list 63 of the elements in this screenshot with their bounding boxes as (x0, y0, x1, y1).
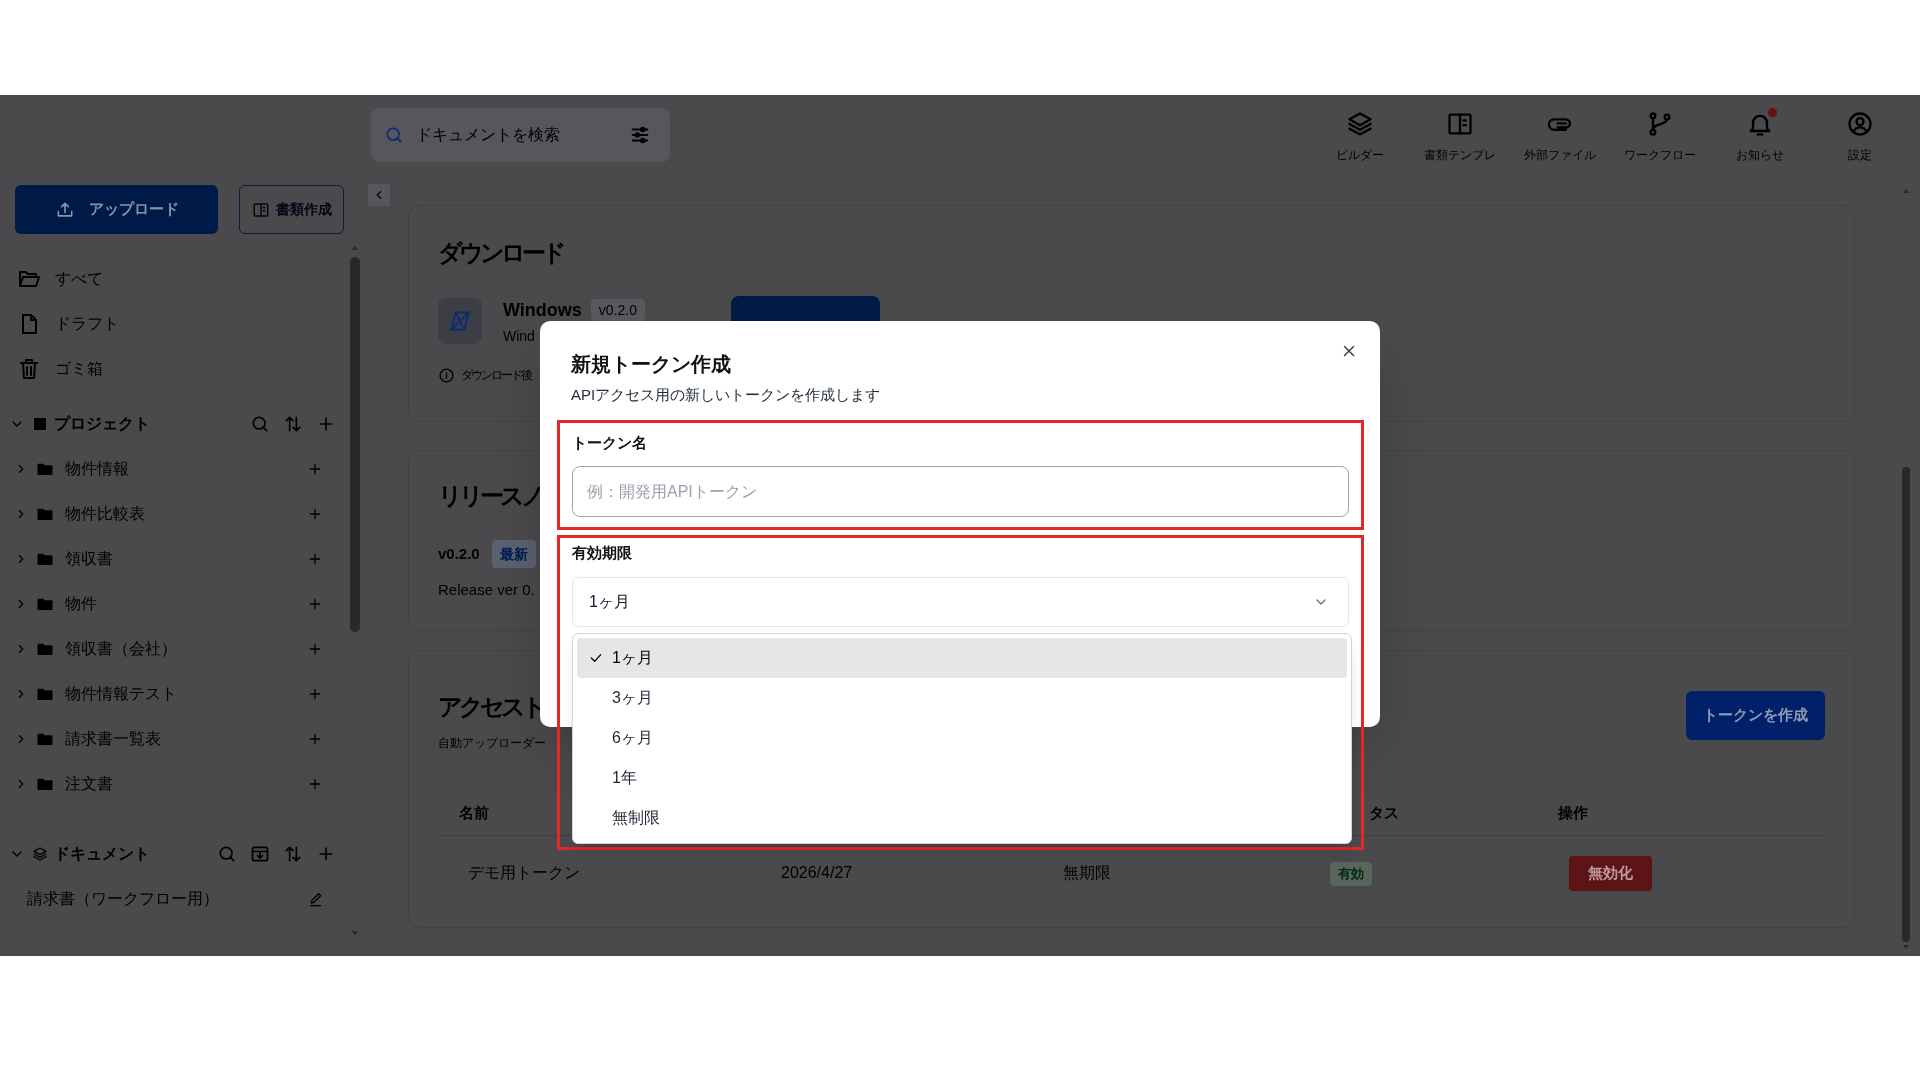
search-icon (384, 125, 404, 145)
trash-icon (17, 356, 41, 381)
scrollbar-thumb[interactable] (1902, 467, 1910, 942)
status-badge: 有効 (1330, 861, 1372, 886)
release-text: Release ver 0. (438, 580, 535, 600)
folder-item[interactable]: 領収書（会社） (65, 636, 177, 661)
folder-item[interactable]: 物件情報 (65, 456, 129, 481)
section-title[interactable]: ドキュメント (54, 841, 150, 866)
sidebar-link[interactable]: すべて (55, 266, 103, 291)
filter-icon[interactable] (629, 124, 651, 146)
folder-item[interactable]: 物件情報テスト (65, 681, 177, 706)
scrollbar-thumb[interactable] (350, 257, 360, 632)
sidebar-link[interactable]: ゴミ箱 (55, 356, 103, 381)
search-field[interactable]: ドキュメントを検索 (371, 108, 670, 162)
create-token-button[interactable]: トークンを作成 (1686, 691, 1825, 740)
nav-label[interactable]: お知らせ (1736, 147, 1784, 163)
select-field[interactable]: 1ヶ月 (572, 577, 1349, 627)
table-cell: 2026/4/27 (781, 864, 853, 881)
create-document-button[interactable]: 書類作成 (239, 185, 344, 234)
nav-label[interactable]: 書類テンプレ (1424, 147, 1496, 163)
card-title: ダウンロード (438, 238, 563, 268)
folder-item[interactable]: 注文書 (65, 771, 113, 796)
collapse-sidebar-button[interactable] (368, 184, 390, 206)
platform-name: Windows (503, 299, 582, 322)
layers-icon[interactable] (1346, 110, 1374, 138)
folder-item[interactable]: 請求書一覧表 (65, 726, 161, 751)
platform-description: Wind (503, 327, 535, 346)
folder-item[interactable]: 物件比較表 (65, 501, 145, 526)
table-cell: 無期限 (1063, 864, 1111, 881)
pencil-icon[interactable] (308, 890, 324, 907)
layers-icon (32, 845, 48, 862)
upload-button[interactable]: アップロード (15, 185, 218, 234)
version-badge: v0.2.0 (590, 299, 645, 321)
info-icon (438, 366, 455, 384)
nav-label[interactable]: 外部ファイル (1524, 147, 1596, 163)
nav-label[interactable]: ビルダー (1336, 147, 1384, 163)
card-title: リリースノ (438, 481, 542, 511)
field-label: トークン名 (572, 433, 648, 453)
grid-icon (32, 415, 48, 432)
release-version: v0.2.0 (438, 543, 480, 564)
two-panel-icon (251, 200, 270, 219)
column-header: 操作 (1558, 804, 1588, 822)
document-item[interactable]: 請求書（ワークフロー用） (27, 886, 219, 911)
user-icon[interactable] (1846, 110, 1874, 138)
nav-label[interactable]: 設定 (1848, 147, 1872, 163)
deactivate-button[interactable]: 無効化 (1569, 855, 1652, 891)
column-header: 名前 (459, 804, 489, 822)
platform-logo (438, 298, 482, 344)
field-label: 有効期限 (572, 543, 633, 563)
folder-item[interactable]: 領収書 (65, 546, 113, 571)
sort-icon[interactable] (283, 843, 303, 864)
dropdown-option[interactable]: 1ヶ月 (577, 638, 1347, 678)
latest-badge: 最新 (491, 540, 536, 568)
section-title[interactable]: プロジェクト (54, 411, 150, 436)
dialog-description: APIアクセス用の新しいトークンを作成します (571, 385, 881, 405)
sidebar-link[interactable]: ドラフト (55, 311, 119, 336)
table-cell: デモ用トークン (468, 864, 580, 881)
input-field[interactable]: 例：開発用APIトークン (572, 466, 1349, 517)
card-title: アクセスト (438, 692, 543, 722)
dialog-title: 新規トークン作成 (571, 352, 731, 377)
column-header: タス (1369, 804, 1399, 822)
folder-item[interactable]: 物件 (65, 591, 97, 616)
sort-icon[interactable] (283, 413, 303, 434)
